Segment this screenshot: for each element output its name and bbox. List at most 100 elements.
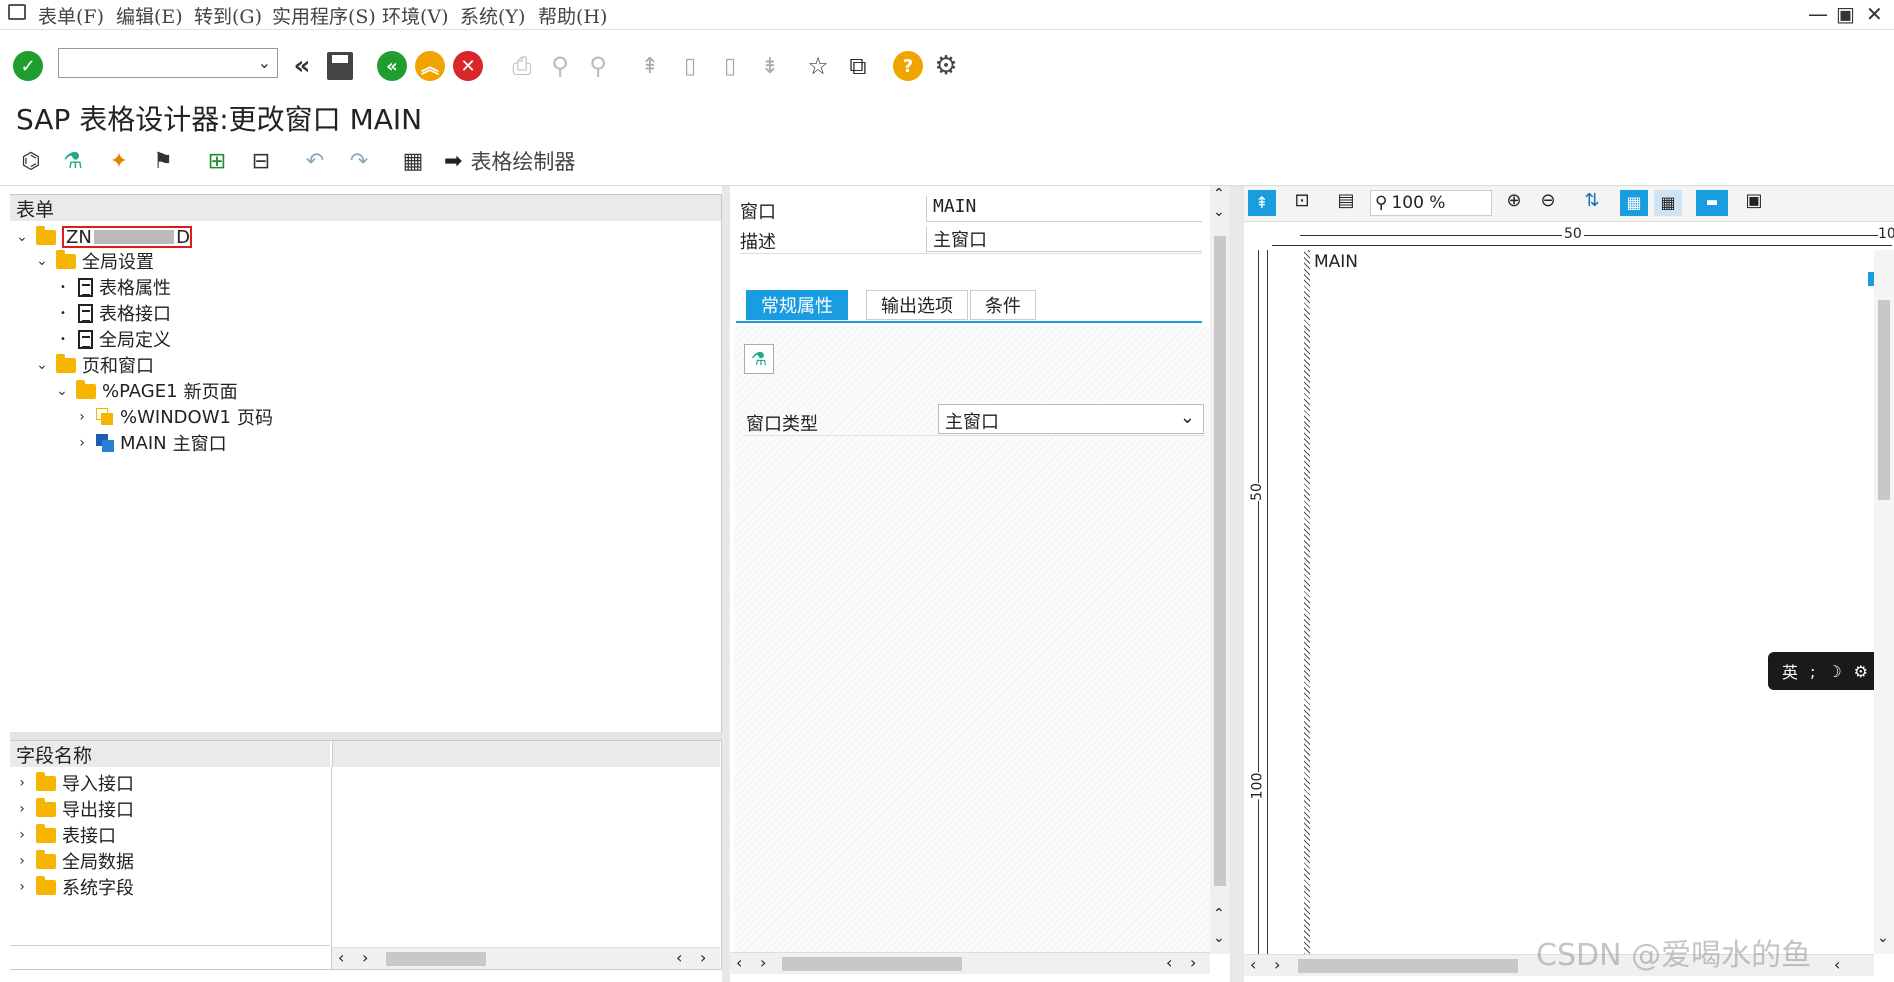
description-field[interactable]: 主窗口 <box>926 226 1202 252</box>
tree-form-interface[interactable]: • 表格接口 <box>60 301 171 325</box>
tab-general-attributes[interactable]: 常规属性 <box>746 290 848 320</box>
tree-global-definitions[interactable]: • 全局定义 <box>60 327 171 351</box>
scroll-down-icon[interactable]: ⌄ <box>1213 204 1225 220</box>
swap-icon[interactable]: ⇅ <box>1578 190 1606 216</box>
chevron-down-icon[interactable]: ⌄ <box>34 357 50 373</box>
redo-icon[interactable]: ↷ <box>344 146 374 176</box>
scroll-up-icon[interactable]: ⌃ <box>1213 906 1225 922</box>
next-page-icon[interactable]: ▯ <box>712 48 748 84</box>
tab-conditions[interactable]: 条件 <box>970 290 1036 320</box>
shortcut-icon[interactable]: ⧉ <box>840 48 876 84</box>
tree-pages-windows[interactable]: ⌄ 页和窗口 <box>34 353 154 377</box>
activate-icon[interactable]: ⚗ <box>58 146 88 176</box>
pin-icon[interactable]: ⇞ <box>1248 190 1276 216</box>
field-item-export[interactable]: › 导出接口 <box>14 797 134 821</box>
scroll-left-icon[interactable]: ‹ <box>1834 955 1840 974</box>
last-page-icon[interactable]: ⇟ <box>752 48 788 84</box>
scroll-right-icon[interactable]: › <box>700 948 706 967</box>
details-icon[interactable]: ▣ <box>1740 190 1768 216</box>
menu-help[interactable]: 帮助(H) <box>538 2 607 29</box>
chevron-down-icon[interactable]: ⌄ <box>14 229 30 245</box>
chevron-right-icon[interactable]: › <box>14 827 30 843</box>
minimize-icon[interactable]: — <box>1808 2 1828 26</box>
find-icon[interactable]: ⚲ <box>542 48 578 84</box>
settings-gear-icon[interactable]: ⚙ <box>928 48 964 84</box>
undo-icon[interactable]: ↶ <box>300 146 330 176</box>
tab-output-options[interactable]: 输出选项 <box>866 290 968 320</box>
vertical-scrollbar[interactable]: ⌃ ⌄ ⌃ ⌄ <box>1210 186 1230 954</box>
command-field[interactable]: ⌄ <box>58 48 278 78</box>
scroll-thumb[interactable] <box>1298 959 1518 973</box>
check-wand-icon[interactable]: ✦ <box>104 146 134 176</box>
menu-form[interactable]: 表单(F) <box>38 2 104 29</box>
menu-icon[interactable] <box>8 4 26 20</box>
vertical-splitter[interactable] <box>1230 186 1244 982</box>
scroll-left-icon[interactable]: ‹ <box>676 948 682 967</box>
form-painter-button[interactable]: ➡ 表格绘制器 <box>444 146 575 176</box>
display-glasses-icon[interactable]: ⌬ <box>16 146 46 176</box>
find-next-icon[interactable]: ⚲ <box>580 48 616 84</box>
tree-window1[interactable]: › %WINDOW1 页码 <box>74 405 273 430</box>
chevron-right-icon[interactable]: › <box>14 879 30 895</box>
ime-widget[interactable]: 英 ; ☽ ⚙ <box>1768 652 1882 690</box>
tree-root[interactable]: ⌄ ZN D <box>14 225 192 249</box>
close-window-icon[interactable]: ✕ <box>1866 2 1883 26</box>
first-page-icon[interactable]: ⇞ <box>632 48 668 84</box>
prev-page-icon[interactable]: ▯ <box>672 48 708 84</box>
ruler-icon[interactable]: ▬ <box>1696 190 1728 216</box>
horizontal-splitter[interactable] <box>10 732 722 740</box>
window-name-field[interactable]: MAIN <box>926 196 1202 222</box>
scroll-right-icon[interactable]: › <box>362 948 368 967</box>
root-node-label[interactable]: ZN D <box>62 226 192 248</box>
zoom-in-icon[interactable]: ⊕ <box>1500 190 1528 216</box>
menu-system[interactable]: 系统(Y) <box>460 2 525 29</box>
save-icon[interactable] <box>322 48 358 84</box>
chevron-right-icon[interactable]: › <box>74 409 90 425</box>
chevron-down-icon[interactable]: ⌄ <box>1180 407 1195 428</box>
chevron-down-icon[interactable]: ⌄ <box>34 253 50 269</box>
print-icon[interactable]: ⎙ <box>504 48 540 84</box>
scroll-thumb[interactable] <box>386 952 486 966</box>
scroll-thumb[interactable] <box>1214 236 1226 886</box>
grid-coarse-icon[interactable]: ▦ <box>1654 190 1682 216</box>
vertical-splitter[interactable] <box>722 186 730 982</box>
select-frame-icon[interactable]: ⊡ <box>1288 190 1316 216</box>
table-painter-icon[interactable]: ▦ <box>398 146 428 176</box>
scroll-right-icon[interactable]: › <box>760 953 766 972</box>
scroll-left-icon[interactable]: ‹ <box>338 948 344 967</box>
tree-form-attributes[interactable]: • 表格属性 <box>60 275 171 299</box>
menu-environment[interactable]: 环境(V) <box>382 2 449 29</box>
scroll-right-icon[interactable]: › <box>1274 955 1280 974</box>
field-item-tables[interactable]: › 表接口 <box>14 823 116 847</box>
insert-node-icon[interactable]: ⊞ <box>202 146 232 176</box>
cancel-button[interactable]: ✕ <box>450 48 486 84</box>
main-window-frame[interactable]: MAIN <box>1310 250 1870 954</box>
exit-button[interactable]: ︽ <box>412 48 448 84</box>
tree-page1[interactable]: ⌄ %PAGE1 新页面 <box>54 379 238 403</box>
field-item-global-data[interactable]: › 全局数据 <box>14 849 134 873</box>
scroll-left-icon[interactable]: ‹ <box>1250 955 1256 974</box>
zoom-box[interactable]: ⚲ 100 % <box>1370 190 1492 216</box>
grid-fine-icon[interactable]: ▦ <box>1620 190 1648 216</box>
back-button[interactable]: « <box>374 48 410 84</box>
back-double-icon[interactable]: « <box>284 48 320 84</box>
scroll-right-icon[interactable]: › <box>1190 953 1196 972</box>
attribute-tree-button[interactable]: ⚗ <box>744 344 774 374</box>
chevron-right-icon[interactable]: › <box>74 435 90 451</box>
layout-icon[interactable]: ▤ <box>1332 190 1360 216</box>
window-type-select[interactable]: 主窗口 ⌄ <box>938 404 1204 434</box>
maximize-icon[interactable]: ▣ <box>1836 2 1855 26</box>
chevron-down-icon[interactable]: ⌄ <box>54 383 70 399</box>
new-session-icon[interactable]: ☆ <box>800 48 836 84</box>
zoom-out-icon[interactable]: ⊖ <box>1534 190 1562 216</box>
menu-utilities[interactable]: 实用程序(S) <box>272 2 376 29</box>
chevron-right-icon[interactable]: › <box>14 775 30 791</box>
horizontal-scrollbar[interactable]: ‹ › ‹ › <box>730 952 1210 974</box>
test-icon[interactable]: ⚑ <box>148 146 178 176</box>
chevron-right-icon[interactable]: › <box>14 853 30 869</box>
scroll-left-icon[interactable]: ‹ <box>1166 953 1172 972</box>
tree-global-settings[interactable]: ⌄ 全局设置 <box>34 249 154 273</box>
scroll-up-icon[interactable]: ⌃ <box>1213 186 1225 202</box>
horizontal-scrollbar[interactable]: ‹ › ‹ › <box>332 947 720 969</box>
delete-node-icon[interactable]: ⊟ <box>246 146 276 176</box>
